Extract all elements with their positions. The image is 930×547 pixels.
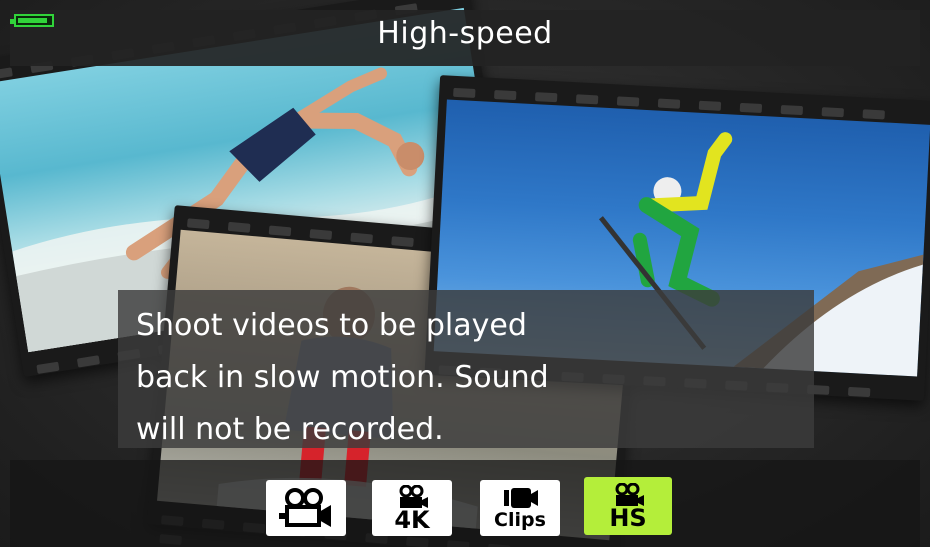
mode-button-clips[interactable]: Clips xyxy=(480,480,560,536)
battery-icon xyxy=(10,14,54,27)
movie-camera-icon xyxy=(279,488,331,527)
description-text: Shoot videos to be played back in slow m… xyxy=(136,300,656,456)
description-line: back in slow motion. Sound xyxy=(136,360,549,395)
description-panel: Shoot videos to be played back in slow m… xyxy=(118,290,814,448)
page-title: High-speed xyxy=(377,16,553,51)
mode-label: 4K xyxy=(394,506,430,534)
mode-label: HS xyxy=(609,504,647,532)
mode-button-movie[interactable] xyxy=(266,480,346,536)
clips-camera-icon xyxy=(504,488,538,508)
mode-label: Clips xyxy=(494,509,546,531)
camera-screen: High-speed Shoot videos to be played bac… xyxy=(0,0,930,547)
mode-button-hs[interactable]: HS xyxy=(584,477,672,535)
mode-button-4k[interactable]: 4K xyxy=(372,480,452,536)
description-line: Shoot videos to be played xyxy=(136,308,527,343)
description-line: will not be recorded. xyxy=(136,412,444,447)
mode-selector-bar xyxy=(10,460,920,547)
